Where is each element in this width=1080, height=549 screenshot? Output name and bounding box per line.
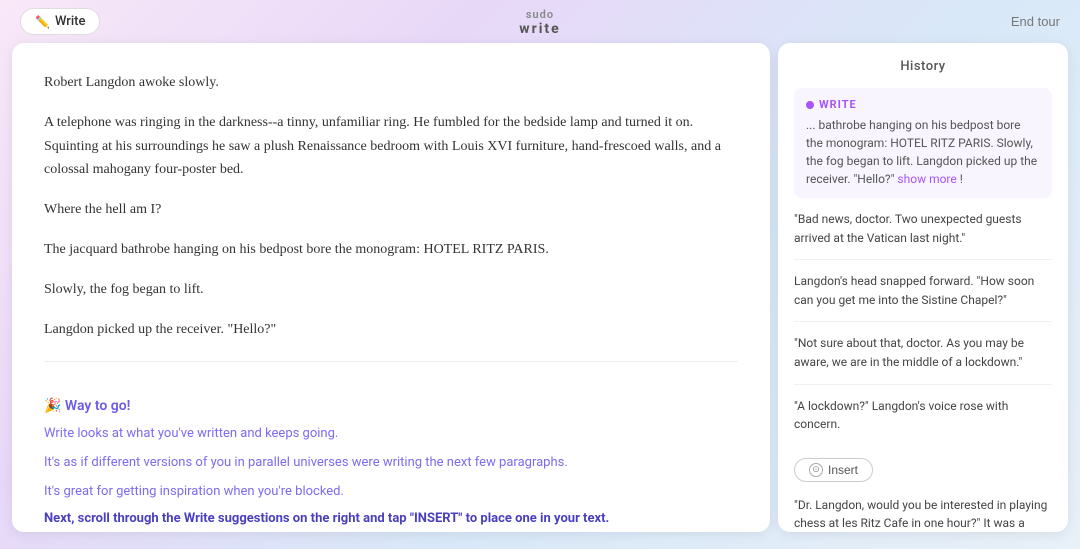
tutorial-title: 🎉 Way to go! [44,398,738,414]
history-panel: History WRITE ... bathrobe hanging on hi… [778,43,1068,532]
editor-panel: Robert Langdon awoke slowly. A telephone… [12,43,770,532]
suggestion-5: "Dr. Langdon, would you be interested in… [794,496,1052,532]
end-tour-button[interactable]: End tour [1011,14,1060,29]
paragraph-5: Slowly, the fog began to lift. [44,278,738,302]
insert-button-1[interactable]: ⊙ Insert [794,458,873,482]
tutorial-line-1: Write looks at what you've written and k… [44,424,738,445]
suggestion-2-text: Langdon's head snapped forward. "How soo… [794,274,1034,307]
paragraph-3: Where the hell am I? [44,198,738,222]
app-logo: sudo write [519,8,560,37]
write-label-row: WRITE [806,98,1040,111]
suggestion-1: "Bad news, doctor. Two unexpected guests… [794,210,1052,260]
suggestion-3: "Not sure about that, doctor. As you may… [794,334,1052,384]
editor-content[interactable]: Robert Langdon awoke slowly. A telephone… [44,71,738,341]
history-title: History [794,59,1052,74]
write-button[interactable]: ✏️ Write [20,8,100,35]
write-dot [806,101,814,109]
editor-divider [44,361,738,362]
suggestion-3-text: "Not sure about that, doctor. As you may… [794,336,1024,369]
show-more-punctuation: ! [960,172,963,186]
paragraph-1: Robert Langdon awoke slowly. [44,71,738,95]
tutorial-line-3: It's great for getting inspiration when … [44,482,738,503]
suggestion-1-text: "Bad news, doctor. Two unexpected guests… [794,212,1022,245]
tutorial-line-2: It's as if different versions of you in … [44,453,738,474]
write-button-label: Write [55,14,86,29]
logo-sudo: sudo [526,8,554,21]
show-more-link[interactable]: show more [897,172,956,186]
logo-write: write [519,21,560,37]
paragraph-2: A telephone was ringing in the darkness-… [44,111,738,182]
write-label-text: WRITE [819,98,857,111]
tutorial-box: 🎉 Way to go! Write looks at what you've … [44,382,738,525]
insert-circle-icon: ⊙ [809,463,823,477]
suggestion-5-text: "Dr. Langdon, would you be interested in… [794,498,1048,532]
suggestion-2: Langdon's head snapped forward. "How soo… [794,272,1052,322]
history-write-block: WRITE ... bathrobe hanging on his bedpos… [794,88,1052,198]
suggestion-4: "A lockdown?" Langdon's voice rose with … [794,397,1052,446]
suggestion-4-with-insert: "A lockdown?" Langdon's voice rose with … [794,397,1052,482]
pencil-icon: ✏️ [35,15,50,29]
paragraph-4: The jacquard bathrobe hanging on his bed… [44,238,738,262]
write-block-content: ... bathrobe hanging on his bedpost bore… [806,116,1040,188]
insert-button-1-label: Insert [828,463,858,477]
tutorial-line-4: Next, scroll through the Write suggestio… [44,511,738,526]
suggestion-4-text: "A lockdown?" Langdon's voice rose with … [794,399,1008,432]
paragraph-6: Langdon picked up the receiver. "Hello?" [44,318,738,342]
